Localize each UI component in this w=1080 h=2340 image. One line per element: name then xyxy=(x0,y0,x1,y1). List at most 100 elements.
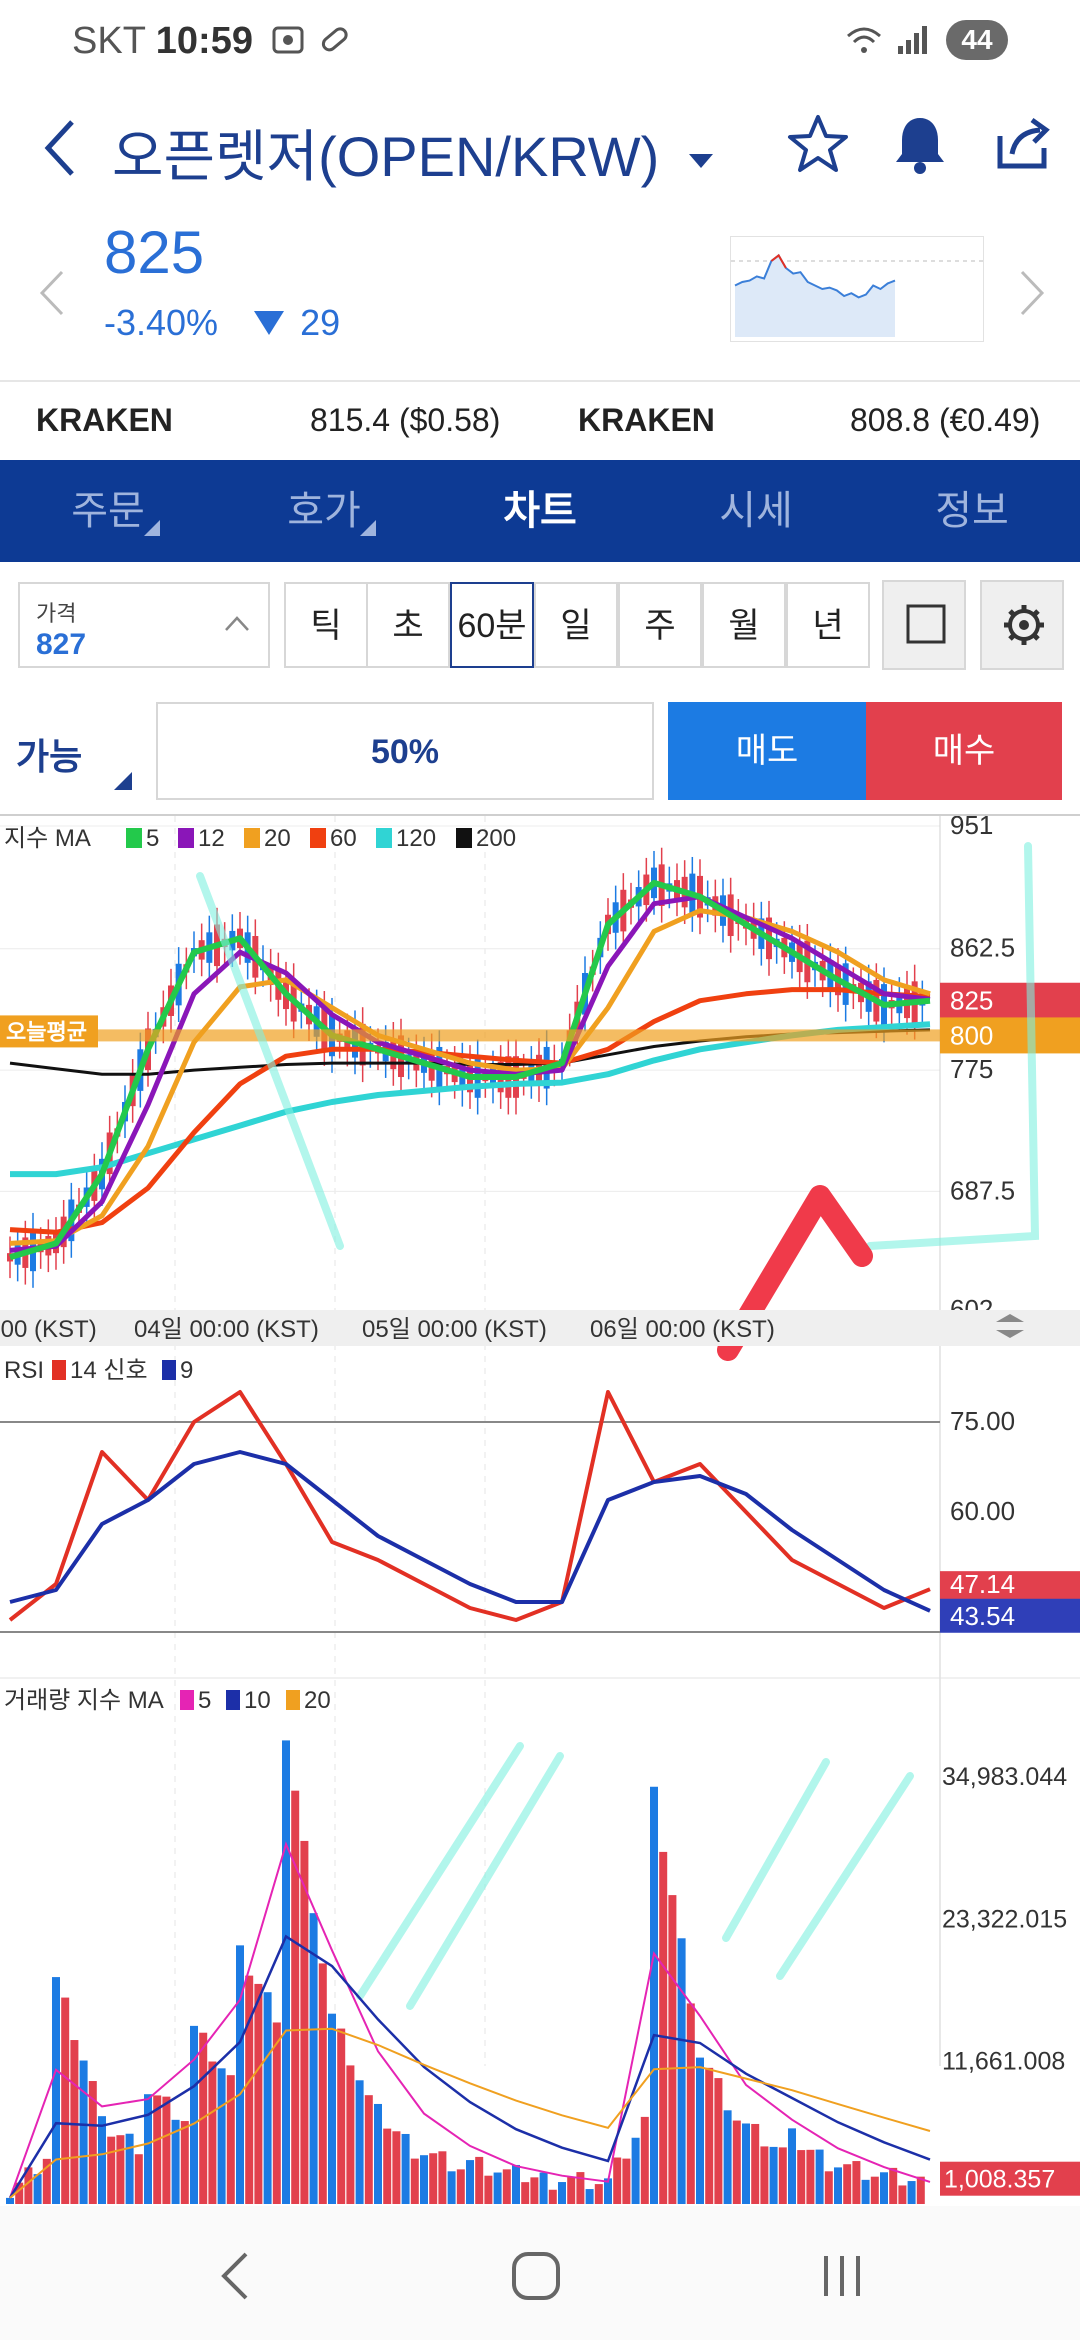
period-day[interactable]: 일 xyxy=(534,582,618,668)
sell-button[interactable]: 매도 xyxy=(668,702,866,800)
period-tick[interactable]: 틱 xyxy=(284,582,368,668)
volume-legend-label: 5 xyxy=(198,1687,211,1714)
volume-bar xyxy=(714,2078,723,2204)
volume-bar xyxy=(797,2150,806,2204)
rsi-axis-tick: 75.00 xyxy=(950,1406,1015,1436)
battery-indicator: 44 xyxy=(946,20,1008,60)
chart-settings-button[interactable] xyxy=(980,580,1064,670)
page-title[interactable]: 오픈렛저(OPEN/KRW) xyxy=(112,112,713,193)
gear-icon xyxy=(1004,605,1044,645)
volume-bar xyxy=(778,2147,787,2204)
available-dropdown-icon[interactable] xyxy=(114,772,132,790)
volume-bar xyxy=(769,2146,778,2204)
title-dropdown-icon[interactable] xyxy=(688,154,713,169)
volume-bar xyxy=(70,2040,79,2204)
volume-bar xyxy=(392,2131,401,2204)
price-selector-label: 가격 xyxy=(36,601,77,626)
tab-info[interactable]: 정보 xyxy=(864,460,1080,562)
volume-bar xyxy=(355,2080,364,2204)
link-icon xyxy=(321,27,348,52)
period-second[interactable]: 초 xyxy=(366,582,450,668)
volume-bar xyxy=(6,2197,14,2204)
volume-axis-tick: 34,983.044 xyxy=(942,1763,1067,1791)
chart-area[interactable]: 지수 MA 5 12 20 60 120 200 오늘평균 951 862.5 775 687.5 60… xyxy=(0,810,1080,2206)
price-selector[interactable]: 가격 827 xyxy=(18,582,270,668)
tab-bar: 주문 호가 차트 시세 정보 xyxy=(0,460,1080,562)
volume-bar xyxy=(502,2169,511,2204)
period-week[interactable]: 주 xyxy=(618,582,702,668)
rsi-line-signal xyxy=(9,1450,931,1613)
nav-recents-icon[interactable] xyxy=(812,2246,872,2306)
volume-bar xyxy=(162,2096,171,2204)
volume-bar xyxy=(33,2174,42,2204)
volume-bar xyxy=(631,2137,640,2204)
tab-orderbook[interactable]: 호가 xyxy=(216,460,432,562)
volume-bar xyxy=(475,2156,484,2204)
sparkline-chart xyxy=(731,253,985,337)
volume-bar xyxy=(815,2149,824,2204)
volume-bar xyxy=(834,2167,842,2204)
mini-sparkline[interactable] xyxy=(730,236,985,342)
share-icon[interactable] xyxy=(990,112,1054,176)
back-icon[interactable] xyxy=(40,118,80,178)
period-year[interactable]: 년 xyxy=(786,582,870,668)
change-percent: -3.40% xyxy=(104,302,219,343)
volume-bar xyxy=(263,1992,272,2204)
percent-selector[interactable]: 50% xyxy=(156,702,654,800)
available-label[interactable]: 가능 xyxy=(16,728,82,780)
volume-bar xyxy=(696,2057,704,2204)
ma-legend-swatch xyxy=(244,828,260,848)
volume-bar xyxy=(337,2028,346,2204)
volume-legend-label: 20 xyxy=(304,1687,331,1714)
ma-legend-label: 5 xyxy=(146,825,159,852)
volume-bar xyxy=(493,2172,502,2204)
volume-bar xyxy=(898,2185,907,2204)
tab-order[interactable]: 주문 xyxy=(0,460,216,562)
tab-chart[interactable]: 차트 xyxy=(432,460,648,562)
buy-button[interactable]: 매수 xyxy=(866,702,1062,800)
volume-bar xyxy=(907,2181,916,2204)
volume-bar xyxy=(585,2189,594,2204)
volume-bar xyxy=(208,2061,217,2204)
period-month[interactable]: 월 xyxy=(702,582,786,668)
volume-bar xyxy=(245,1975,254,2204)
volume-title: 거래량 지수 MA xyxy=(4,1687,164,1714)
volume-bar xyxy=(438,2151,447,2204)
volume-bar xyxy=(447,2171,456,2204)
favorite-star-icon[interactable] xyxy=(786,112,850,176)
volume-bar xyxy=(686,2003,695,2204)
volume-bar xyxy=(889,2167,898,2204)
ma-legend-label: 120 xyxy=(396,825,436,852)
rsi-legend-label: 14 신호 xyxy=(70,1357,148,1384)
nav-back-icon[interactable] xyxy=(206,2246,266,2306)
alarm-bell-icon[interactable] xyxy=(888,112,952,176)
current-price-marker-label: 825 xyxy=(950,986,993,1016)
prev-coin-icon[interactable] xyxy=(38,268,66,318)
next-coin-icon[interactable] xyxy=(1018,268,1046,318)
volume-bar xyxy=(806,2149,815,2204)
drawing-tool-button[interactable] xyxy=(882,580,966,670)
tab-quotes[interactable]: 시세 xyxy=(648,460,864,562)
exchange-1: KRAKEN xyxy=(36,402,173,438)
volume-bar xyxy=(52,1977,60,2204)
today-avg-label: 오늘평균 xyxy=(6,1019,87,1044)
period-60min[interactable]: 60분 xyxy=(450,582,534,668)
exchange-2-value: 808.8 (€0.49) xyxy=(850,402,1041,438)
volume-bar xyxy=(880,2172,888,2204)
volume-bar xyxy=(318,1963,327,2204)
volume-bar xyxy=(134,2154,143,2204)
nav-home-icon[interactable] xyxy=(506,2246,566,2306)
volume-bar xyxy=(843,2164,852,2204)
current-price: 825 xyxy=(104,219,205,286)
rsi-axis-tick: 60.00 xyxy=(950,1496,1015,1526)
volume-bar xyxy=(98,2116,106,2204)
rsi-title: RSI xyxy=(4,1357,44,1384)
volume-bar xyxy=(116,2135,125,2204)
x-axis-label: 05일 00:00 (KST) xyxy=(362,1316,547,1343)
volume-bar xyxy=(429,2153,438,2204)
x-axis-label: 04일 00:00 (KST) xyxy=(134,1316,319,1343)
volume-bar xyxy=(640,2116,649,2204)
x-axis-label: :00 (KST) xyxy=(0,1316,97,1343)
volume-legend-swatch xyxy=(180,1690,194,1710)
volume-bar xyxy=(659,1851,668,2204)
